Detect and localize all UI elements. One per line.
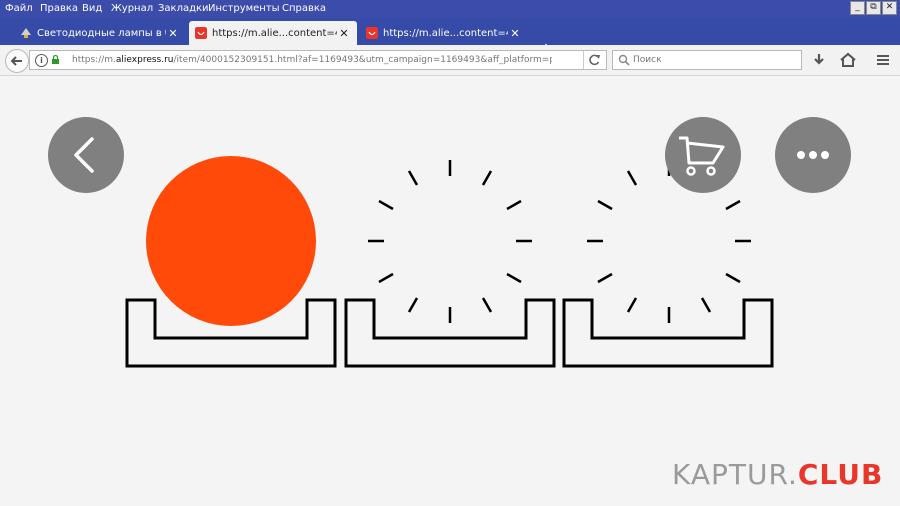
download-icon[interactable] [810,51,828,69]
chevron-left-icon [74,137,94,173]
cart-icon [679,136,725,176]
watermark-part2: CLUB [797,458,884,491]
orange-ball [146,156,316,326]
search-placeholder: Поиск [633,55,662,65]
restore-button[interactable]: ⧉ [866,1,881,15]
menu-bar: Файл Правка Вид Журнал Закладки Инструме… [0,0,900,18]
tab-title: Светодиодные лампы в бл... [37,27,166,39]
tab-2-active[interactable]: https://m.alie...content=47843 ✕ [189,21,357,45]
menu-help[interactable]: Справка [282,3,326,14]
page-content [0,76,900,506]
menu-bookmarks[interactable]: Закладки [158,3,209,14]
hamburger-menu-icon[interactable] [874,51,892,69]
spinner-1 [368,160,532,323]
menu-view[interactable]: Вид [82,3,102,14]
watermark: KAPTUR.CLUB [672,458,883,491]
reload-button[interactable] [583,51,606,69]
lock-icon [52,55,59,64]
loading-illustration [125,156,774,368]
reload-icon [589,54,600,66]
url-host: aliexpress.ru [115,55,174,65]
url-bar[interactable]: i https://m.aliexpress.ru/item/400015230… [29,50,607,70]
menu-edit[interactable]: Правка [40,3,78,14]
aliexpress-favicon-icon [366,27,378,39]
url-path: /item/4000152309151.html?af=1169493&utm_… [173,55,552,65]
url-prefix: https://m. [72,55,116,65]
nav-bar: i https://m.aliexpress.ru/item/400015230… [0,45,900,76]
minimize-button[interactable]: _ [850,1,865,15]
watermark-part1: KAPTUR. [672,458,798,491]
tab-bar: Светодиодные лампы в бл... ✕ https://m.a… [0,18,900,58]
lamp-favicon-icon [21,28,31,38]
tab-1[interactable]: Светодиодные лампы в бл... ✕ [14,21,186,45]
tab-close-icon[interactable]: ✕ [166,27,180,40]
tab-close-icon[interactable]: ✕ [508,27,522,40]
more-options-button[interactable] [775,117,851,193]
more-dots-icon [797,151,829,159]
close-window-button[interactable]: ✕ [882,1,897,15]
page-back-button[interactable] [48,117,124,193]
tab-3[interactable]: https://m.alie...content=47843 ✕ [360,21,528,45]
aliexpress-favicon-icon [195,27,207,39]
menu-tools[interactable]: Инструменты [208,3,280,14]
home-icon[interactable] [839,51,857,69]
cart-button[interactable] [665,117,741,193]
menu-file[interactable]: Файл [5,3,33,14]
tab-title: https://m.alie...content=47843 [212,27,337,39]
info-icon[interactable]: i [35,54,48,67]
arrow-left-icon [10,56,22,66]
tab-close-icon[interactable]: ✕ [337,27,351,40]
search-icon [618,54,630,66]
browser-back-button[interactable] [5,49,29,73]
url-text: https://m.aliexpress.ru/item/40001523091… [72,55,552,65]
menu-history[interactable]: Журнал [111,3,153,14]
tab-title: https://m.alie...content=47843 [383,27,508,39]
search-bar[interactable]: Поиск [612,50,802,70]
